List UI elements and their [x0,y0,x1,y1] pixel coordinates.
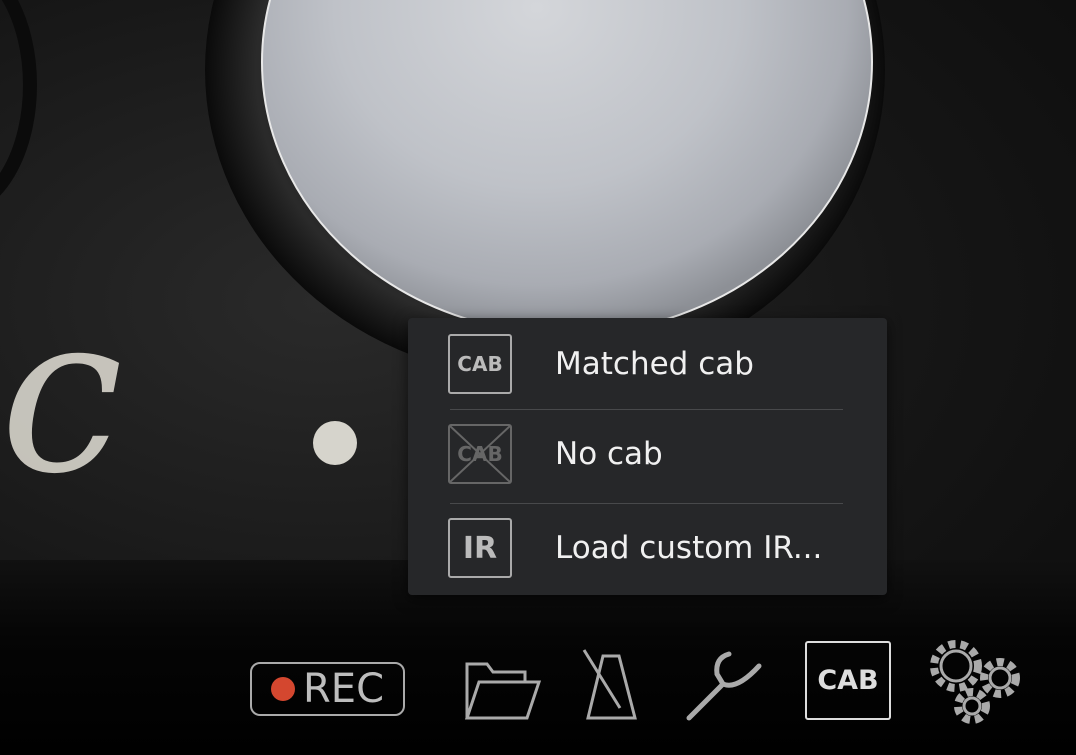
cab-icon-text: CAB [457,352,503,376]
record-label: REC [303,666,384,712]
tuning-fork-icon[interactable] [685,650,765,722]
menu-item-label: No cab [555,436,663,472]
logo-script-letter: c [0,266,123,522]
ir-icon: IR [448,518,512,578]
cross-icon [450,426,510,482]
cab-button[interactable]: CAB [805,641,891,720]
left-knob-edge [0,0,37,196]
cab-menu: CAB Matched cab CAB No cab IR Load custo… [408,318,887,595]
record-button[interactable]: REC [250,662,405,716]
metronome-icon[interactable] [580,648,646,722]
gears-icon[interactable] [922,634,1026,728]
ir-icon-text: IR [462,530,498,566]
menu-item-no-cab[interactable]: CAB No cab [448,420,848,488]
menu-item-matched-cab[interactable]: CAB Matched cab [448,330,848,398]
panel-dot [313,421,357,465]
menu-divider [450,503,843,504]
menu-item-label: Matched cab [555,346,754,382]
record-icon [271,677,295,701]
folder-icon[interactable] [463,660,543,722]
menu-divider [450,409,843,410]
cab-button-label: CAB [817,665,879,696]
menu-item-load-custom-ir[interactable]: IR Load custom IR... [448,514,848,582]
no-cab-icon: CAB [448,424,512,484]
menu-item-label: Load custom IR... [555,530,823,566]
cab-icon: CAB [448,334,512,394]
